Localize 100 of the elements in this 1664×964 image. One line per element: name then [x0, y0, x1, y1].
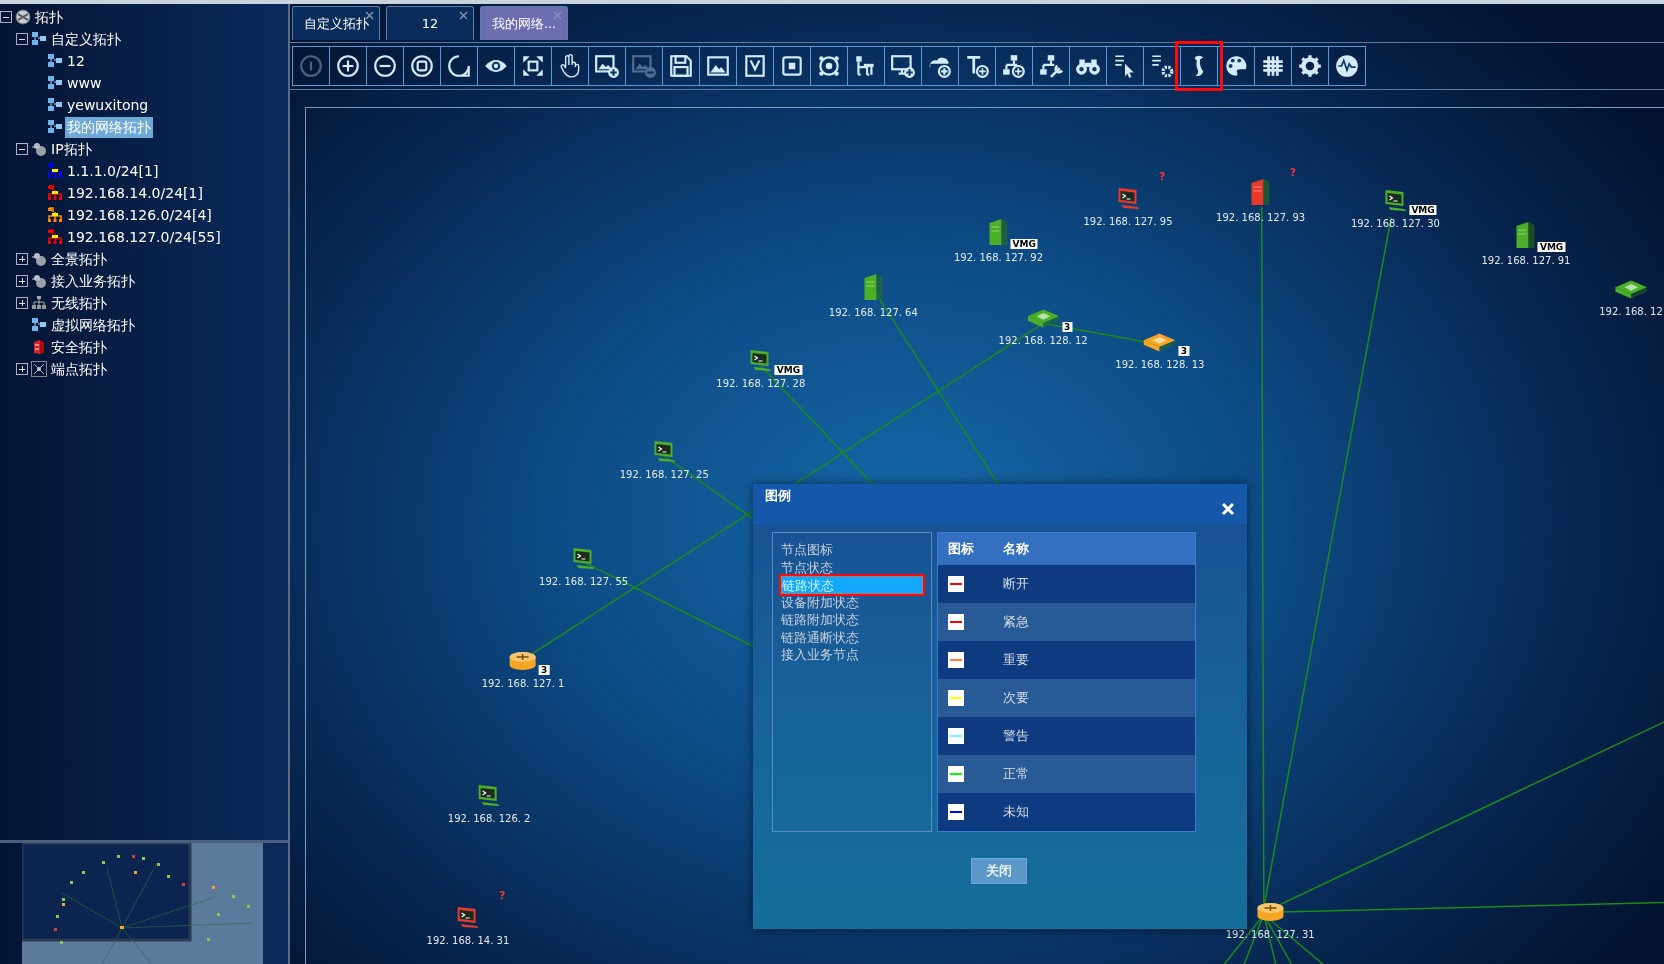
expand-toggle[interactable] — [16, 275, 28, 287]
toolbar-button[interactable] — [773, 46, 811, 86]
toolbar-button[interactable] — [440, 46, 478, 86]
toolbar-button[interactable] — [403, 46, 441, 86]
toolbar-button[interactable] — [847, 46, 885, 86]
category-item[interactable]: 链路通断状态 — [781, 628, 923, 646]
table-cell: 紧急 — [992, 603, 1196, 642]
server-icon[interactable] — [987, 217, 1010, 248]
server-icon[interactable] — [1249, 176, 1272, 207]
toolbar-button[interactable] — [995, 46, 1033, 86]
table-cell: 次要 — [992, 679, 1196, 718]
node-tag: VMG — [1409, 205, 1437, 216]
settings-icon — [1297, 53, 1323, 79]
node-label: 192. 168. 127. 95 — [1083, 215, 1173, 230]
tree-item[interactable]: 192.168.127.0/24[55] — [65, 226, 223, 248]
tree-item[interactable]: 端点拓扑 — [49, 358, 109, 380]
expand-toggle[interactable] — [16, 253, 28, 265]
tree-item[interactable]: 拓扑 — [33, 6, 65, 28]
tree-item[interactable]: 无线拓扑 — [49, 292, 109, 314]
tree-item[interactable]: 自定义拓扑 — [49, 28, 123, 50]
collapse-toggle[interactable] — [0, 11, 12, 23]
fit-screen-icon — [520, 53, 546, 79]
wrench-node-icon — [1038, 53, 1064, 79]
column-header: 名称 — [992, 532, 1196, 566]
network-icon — [47, 53, 63, 69]
toolbar-button[interactable] — [1069, 46, 1107, 86]
toolbar-button[interactable] — [1143, 46, 1181, 86]
category-item[interactable]: 链路附加状态 — [781, 611, 923, 629]
tab[interactable]: 自定义拓扑 — [292, 6, 380, 40]
toolbar-button[interactable] — [958, 46, 996, 86]
tree-item[interactable]: 1.1.1.0/24[1] — [65, 160, 161, 182]
tree-item[interactable]: 虚拟网络拓扑 — [49, 314, 137, 336]
tab[interactable]: 12 — [386, 6, 474, 40]
network-icon — [31, 31, 47, 47]
toolbar-button[interactable] — [699, 46, 737, 86]
tree-item[interactable]: 接入业务拓扑 — [49, 270, 137, 292]
add-monitor-icon — [890, 53, 916, 79]
grid-icon — [1260, 53, 1286, 79]
toolbar-button[interactable] — [662, 46, 700, 86]
line-swatch — [948, 614, 964, 631]
close-icon — [1221, 501, 1235, 516]
toolbar-button[interactable] — [810, 46, 848, 86]
alert-mark: ? — [497, 887, 507, 904]
toolbar-button[interactable] — [1291, 46, 1329, 86]
expand-toggle[interactable] — [16, 363, 28, 375]
table-cell: 警告 — [992, 717, 1196, 756]
toolbar-button[interactable] — [921, 46, 959, 86]
tree-item[interactable]: 全景拓扑 — [49, 248, 109, 270]
server-icon[interactable] — [862, 272, 885, 303]
toolbar-button[interactable] — [477, 46, 515, 86]
collapse-toggle[interactable] — [16, 33, 28, 45]
toolbar-button[interactable] — [1328, 46, 1366, 86]
tree-item[interactable]: IP拓扑 — [49, 138, 94, 160]
computer-icon[interactable] — [1382, 187, 1409, 214]
globe-icon — [15, 9, 31, 25]
node-label: 192. 168. 128. 12 — [998, 334, 1088, 349]
server-icon[interactable] — [1514, 220, 1537, 251]
tree-item[interactable]: yewuxitong — [65, 94, 151, 116]
toolbar-button[interactable] — [736, 46, 774, 86]
node-label: 192. 168. 127. 28 — [716, 376, 806, 391]
remove-image-icon — [631, 53, 657, 79]
toolbar-button[interactable] — [1106, 46, 1144, 86]
tree-item[interactable]: www — [65, 72, 104, 94]
toolbar-button[interactable] — [329, 46, 367, 86]
node-tag: 3 — [539, 664, 550, 675]
toolbar-button[interactable] — [1254, 46, 1292, 86]
image-icon — [705, 53, 731, 79]
collapse-toggle[interactable] — [16, 143, 28, 155]
expand-toggle[interactable] — [16, 297, 28, 309]
network-icon — [47, 75, 63, 91]
category-item[interactable]: 设备附加状态 — [781, 593, 923, 611]
tree-item[interactable]: 安全拓扑 — [49, 336, 109, 358]
node-label: 192. 168. 127. 93 — [1216, 210, 1306, 225]
node-label: 192. 168. 127. 30 — [1350, 217, 1440, 232]
computer-icon[interactable] — [1115, 185, 1141, 212]
node-label: 192. 168. 127. 55 — [539, 574, 629, 589]
node-tag: 3 — [1062, 322, 1073, 333]
palette-icon — [1223, 53, 1249, 79]
network-icon — [31, 317, 47, 333]
category-item[interactable]: 节点状态 — [781, 558, 923, 576]
table-cell: 未知 — [992, 793, 1196, 832]
category-item[interactable]: 接入业务节点 — [781, 646, 923, 664]
category-item[interactable]: 节点图标 — [781, 541, 923, 559]
toolbar-button[interactable] — [1217, 46, 1255, 86]
firewall-icon — [31, 339, 47, 355]
toolbar-button[interactable] — [588, 46, 626, 86]
tab[interactable]: 我的网络... — [480, 6, 568, 40]
minimap-drawing[interactable] — [22, 843, 263, 964]
node-tag: 3 — [1178, 345, 1190, 356]
toolbar-button[interactable] — [366, 46, 404, 86]
toolbar-button[interactable] — [551, 46, 589, 86]
tree-item[interactable]: 192.168.14.0/24[1] — [65, 182, 205, 204]
close-icon[interactable] — [459, 11, 468, 20]
table-cell: 断开 — [992, 565, 1196, 604]
tree-item[interactable]: 192.168.126.0/24[4] — [65, 204, 214, 226]
toolbar-button[interactable] — [1032, 46, 1070, 86]
tree-item[interactable]: 12 — [65, 50, 87, 72]
toolbar-button[interactable] — [514, 46, 552, 86]
node-label: 192. 168. 126. 2 — [447, 811, 531, 826]
toolbar-button[interactable] — [884, 46, 922, 86]
